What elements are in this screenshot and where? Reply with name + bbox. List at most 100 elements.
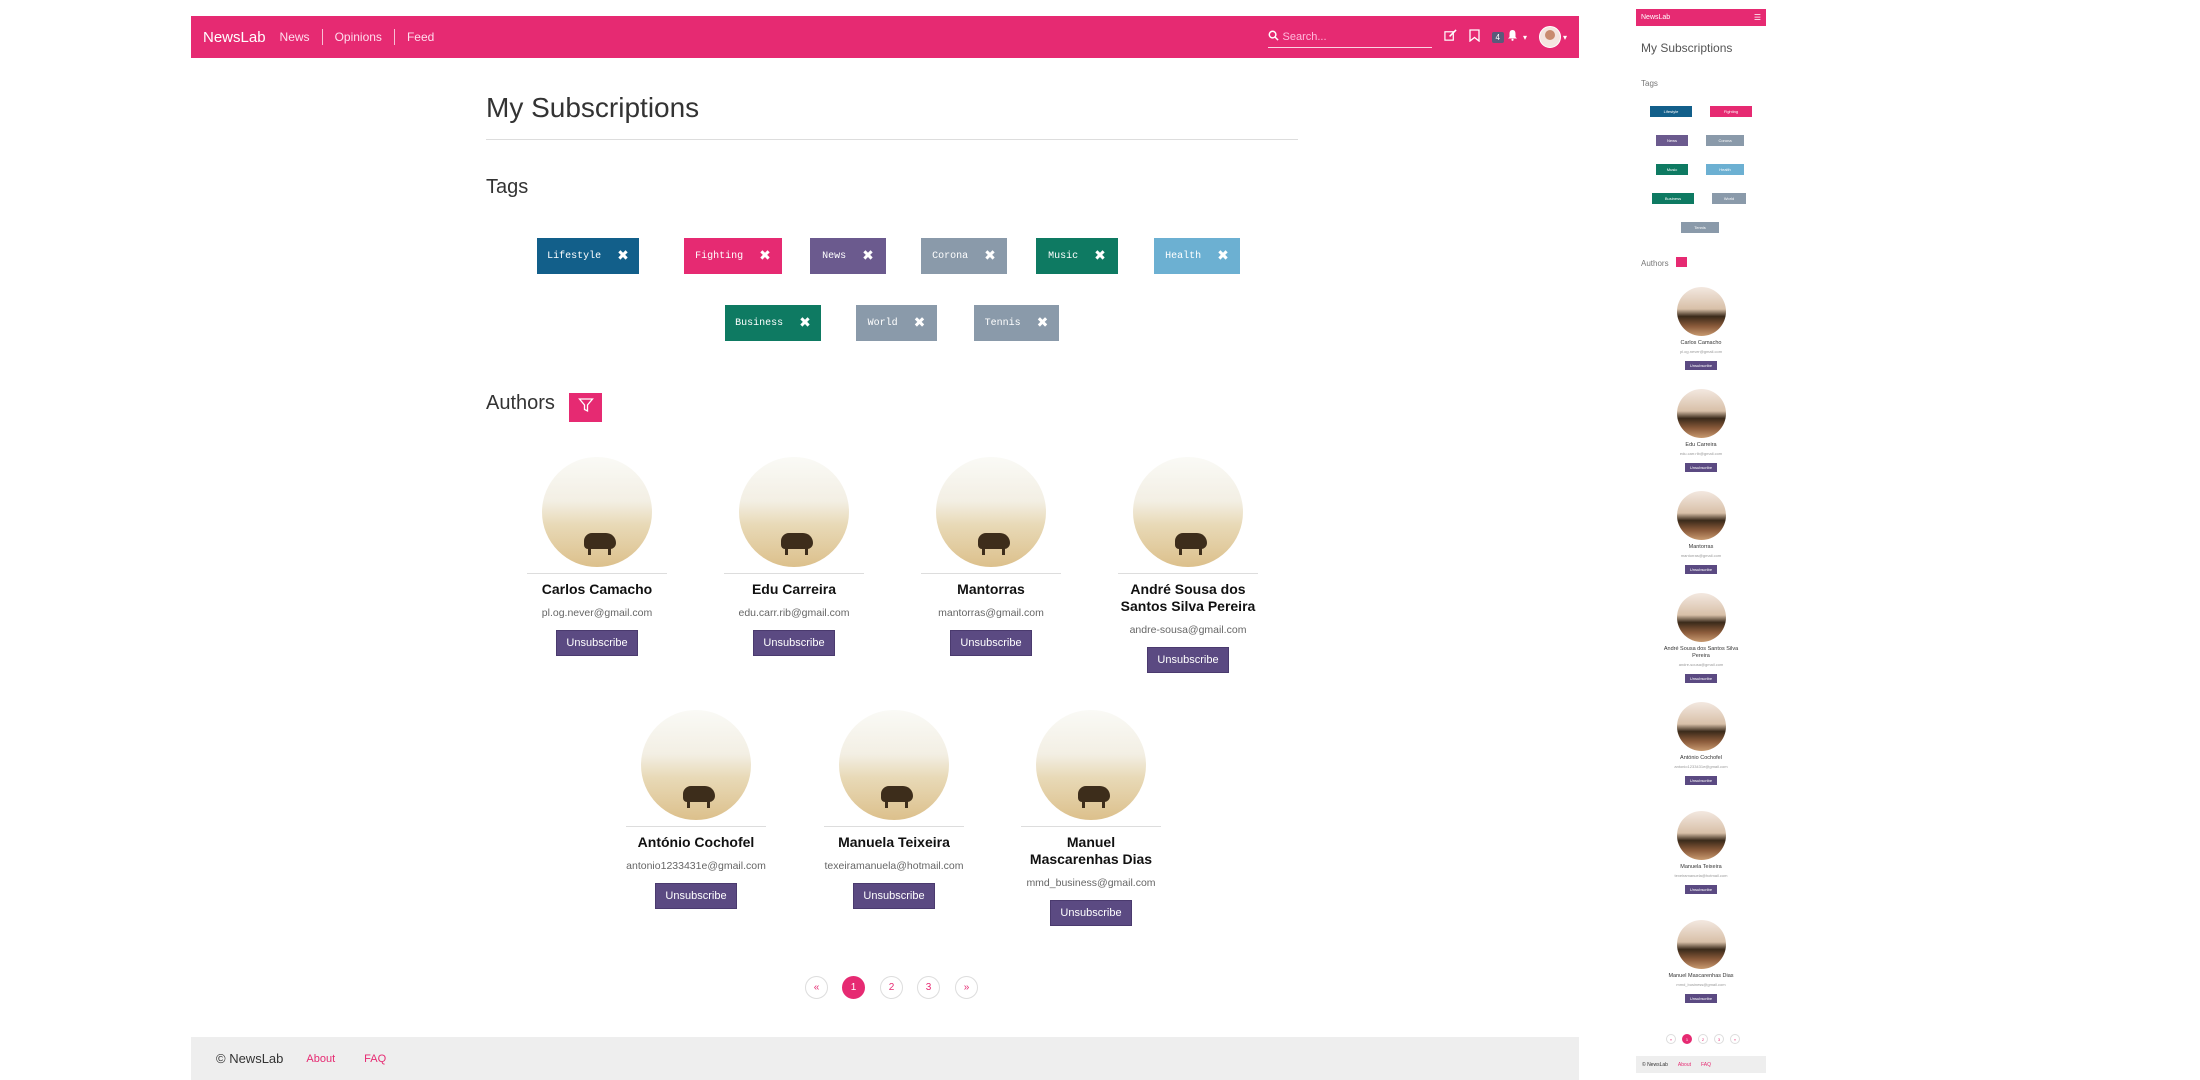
notifications-menu[interactable]: 4 ▾: [1491, 28, 1527, 46]
mobile-pagination-prev[interactable]: «: [1666, 1034, 1676, 1044]
mobile-pagination-next[interactable]: »: [1730, 1034, 1740, 1044]
tag-chip[interactable]: Tennis ✖: [974, 305, 1059, 341]
author-name[interactable]: Edu Carreira: [724, 581, 864, 598]
mobile-author-photo[interactable]: [1676, 811, 1726, 860]
user-menu[interactable]: ▾: [1538, 26, 1567, 48]
author-photo[interactable]: [641, 710, 751, 820]
unsubscribe-button[interactable]: Unsubscribe: [853, 883, 935, 909]
pagination-prev[interactable]: «: [805, 976, 828, 999]
mobile-tag-chip[interactable]: Lifestyle: [1650, 106, 1692, 117]
mobile-author-name[interactable]: Manuel Mascarenhas Dias: [1661, 973, 1741, 980]
pagination-page-3[interactable]: 3: [917, 976, 940, 999]
mobile-unsubscribe-button[interactable]: Unsubscribe: [1684, 994, 1718, 1003]
remove-tag-icon[interactable]: ✖: [914, 315, 926, 331]
remove-tag-icon[interactable]: ✖: [759, 248, 771, 264]
footer-link-faq[interactable]: FAQ: [364, 1053, 386, 1065]
mobile-unsubscribe-button[interactable]: Unsubscribe: [1684, 885, 1718, 894]
remove-tag-icon[interactable]: ✖: [1217, 248, 1229, 264]
author-name[interactable]: Manuela Teixeira: [824, 834, 964, 851]
mobile-filter-button[interactable]: [1676, 257, 1687, 267]
tag-chip[interactable]: Health ✖: [1154, 238, 1240, 274]
remove-tag-icon[interactable]: ✖: [799, 315, 811, 331]
mobile-author-photo[interactable]: [1676, 702, 1726, 751]
mobile-footer-link-about[interactable]: About: [1678, 1062, 1691, 1068]
pagination-page-2[interactable]: 2: [880, 976, 903, 999]
mobile-unsubscribe-button[interactable]: Unsubscribe: [1684, 463, 1718, 472]
tag-label: News: [822, 250, 847, 262]
tag-chip[interactable]: Lifestyle ✖: [537, 238, 639, 274]
mobile-author-name[interactable]: André Sousa dos Santos Silva Pereira: [1661, 646, 1741, 660]
author-photo[interactable]: [739, 457, 849, 567]
nav-link-opinions[interactable]: Opinions: [321, 29, 394, 45]
tag-chip[interactable]: Music ✖: [1036, 238, 1118, 274]
remove-tag-icon[interactable]: ✖: [1037, 315, 1049, 331]
tag-label: World: [867, 317, 898, 329]
mobile-tag-chip[interactable]: Fighting: [1710, 106, 1752, 117]
filter-button[interactable]: [569, 393, 602, 422]
pagination-next[interactable]: »: [955, 976, 978, 999]
unsubscribe-button[interactable]: Unsubscribe: [655, 883, 737, 909]
mobile-brand-logo[interactable]: NewsLab: [1641, 14, 1670, 21]
author-photo[interactable]: [839, 710, 949, 820]
mobile-unsubscribe-button[interactable]: Unsubscribe: [1684, 565, 1718, 574]
mobile-author-name[interactable]: Mantorras: [1661, 544, 1741, 551]
mobile-unsubscribe-button[interactable]: Unsubscribe: [1684, 776, 1718, 785]
tag-chip[interactable]: Corona ✖: [921, 238, 1007, 274]
author-name[interactable]: Manuel Mascarenhas Dias: [1021, 834, 1161, 868]
mobile-tag-chip[interactable]: Music: [1656, 164, 1688, 175]
tag-chip[interactable]: Business ✖: [725, 305, 821, 341]
author-photo[interactable]: [542, 457, 652, 567]
author-photo[interactable]: [936, 457, 1046, 567]
mobile-author-photo[interactable]: [1676, 287, 1726, 336]
unsubscribe-button[interactable]: Unsubscribe: [950, 630, 1032, 656]
mobile-author-name[interactable]: Manuela Teixeira: [1661, 864, 1741, 871]
mobile-author-photo[interactable]: [1676, 491, 1726, 540]
mobile-author-name[interactable]: Carlos Camacho: [1661, 340, 1741, 347]
mobile-tag-chip[interactable]: Health: [1706, 164, 1744, 175]
mobile-author-name[interactable]: António Cochofel: [1661, 755, 1741, 762]
tag-chip[interactable]: Fighting ✖: [684, 238, 782, 274]
mobile-unsubscribe-button[interactable]: Unsubscribe: [1684, 361, 1718, 370]
author-photo[interactable]: [1133, 457, 1243, 567]
mobile-tag-chip[interactable]: Tennis: [1681, 222, 1719, 233]
search-input[interactable]: Search...: [1283, 31, 1327, 43]
mobile-footer-link-faq[interactable]: FAQ: [1701, 1062, 1711, 1068]
remove-tag-icon[interactable]: ✖: [1094, 248, 1106, 264]
nav-link-feed[interactable]: Feed: [393, 29, 446, 45]
author-name[interactable]: António Cochofel: [626, 834, 766, 851]
unsubscribe-button[interactable]: Unsubscribe: [1050, 900, 1132, 926]
mobile-author-photo[interactable]: [1676, 389, 1726, 438]
mobile-unsubscribe-button[interactable]: Unsubscribe: [1684, 674, 1718, 683]
tag-chip[interactable]: News ✖: [810, 238, 886, 274]
unsubscribe-button[interactable]: Unsubscribe: [1147, 647, 1229, 673]
mobile-pagination-page-3[interactable]: 3: [1714, 1034, 1724, 1044]
hamburger-menu-icon[interactable]: ☰: [1754, 13, 1761, 22]
mobile-tag-chip[interactable]: Business: [1652, 193, 1694, 204]
search-box[interactable]: Search...: [1267, 27, 1432, 48]
footer-link-about[interactable]: About: [306, 1053, 335, 1065]
brand-logo[interactable]: NewsLab: [203, 29, 266, 46]
nav-link-news[interactable]: News: [280, 29, 322, 45]
bookmark-icon[interactable]: [1468, 29, 1480, 45]
remove-tag-icon[interactable]: ✖: [617, 248, 629, 264]
unsubscribe-button[interactable]: Unsubscribe: [753, 630, 835, 656]
edit-icon[interactable]: [1443, 29, 1457, 45]
pagination-page-1[interactable]: 1: [842, 976, 865, 999]
mobile-author-photo[interactable]: [1676, 920, 1726, 969]
author-name[interactable]: André Sousa dos Santos Silva Pereira: [1118, 581, 1258, 615]
author-card: Mantorras mantorras@gmail.com Unsubscribe: [921, 457, 1061, 656]
mobile-tag-chip[interactable]: World: [1712, 193, 1746, 204]
author-photo[interactable]: [1036, 710, 1146, 820]
mobile-tag-chip[interactable]: Corona: [1706, 135, 1744, 146]
author-name[interactable]: Carlos Camacho: [527, 581, 667, 598]
unsubscribe-button[interactable]: Unsubscribe: [556, 630, 638, 656]
mobile-tag-chip[interactable]: News: [1656, 135, 1688, 146]
author-name[interactable]: Mantorras: [921, 581, 1061, 598]
tag-chip[interactable]: World ✖: [856, 305, 937, 341]
mobile-author-name[interactable]: Edu Carreira: [1661, 442, 1741, 449]
mobile-author-photo[interactable]: [1676, 593, 1726, 642]
remove-tag-icon[interactable]: ✖: [984, 248, 996, 264]
mobile-pagination-page-1[interactable]: 1: [1682, 1034, 1692, 1044]
mobile-pagination-page-2[interactable]: 2: [1698, 1034, 1708, 1044]
remove-tag-icon[interactable]: ✖: [862, 248, 874, 264]
